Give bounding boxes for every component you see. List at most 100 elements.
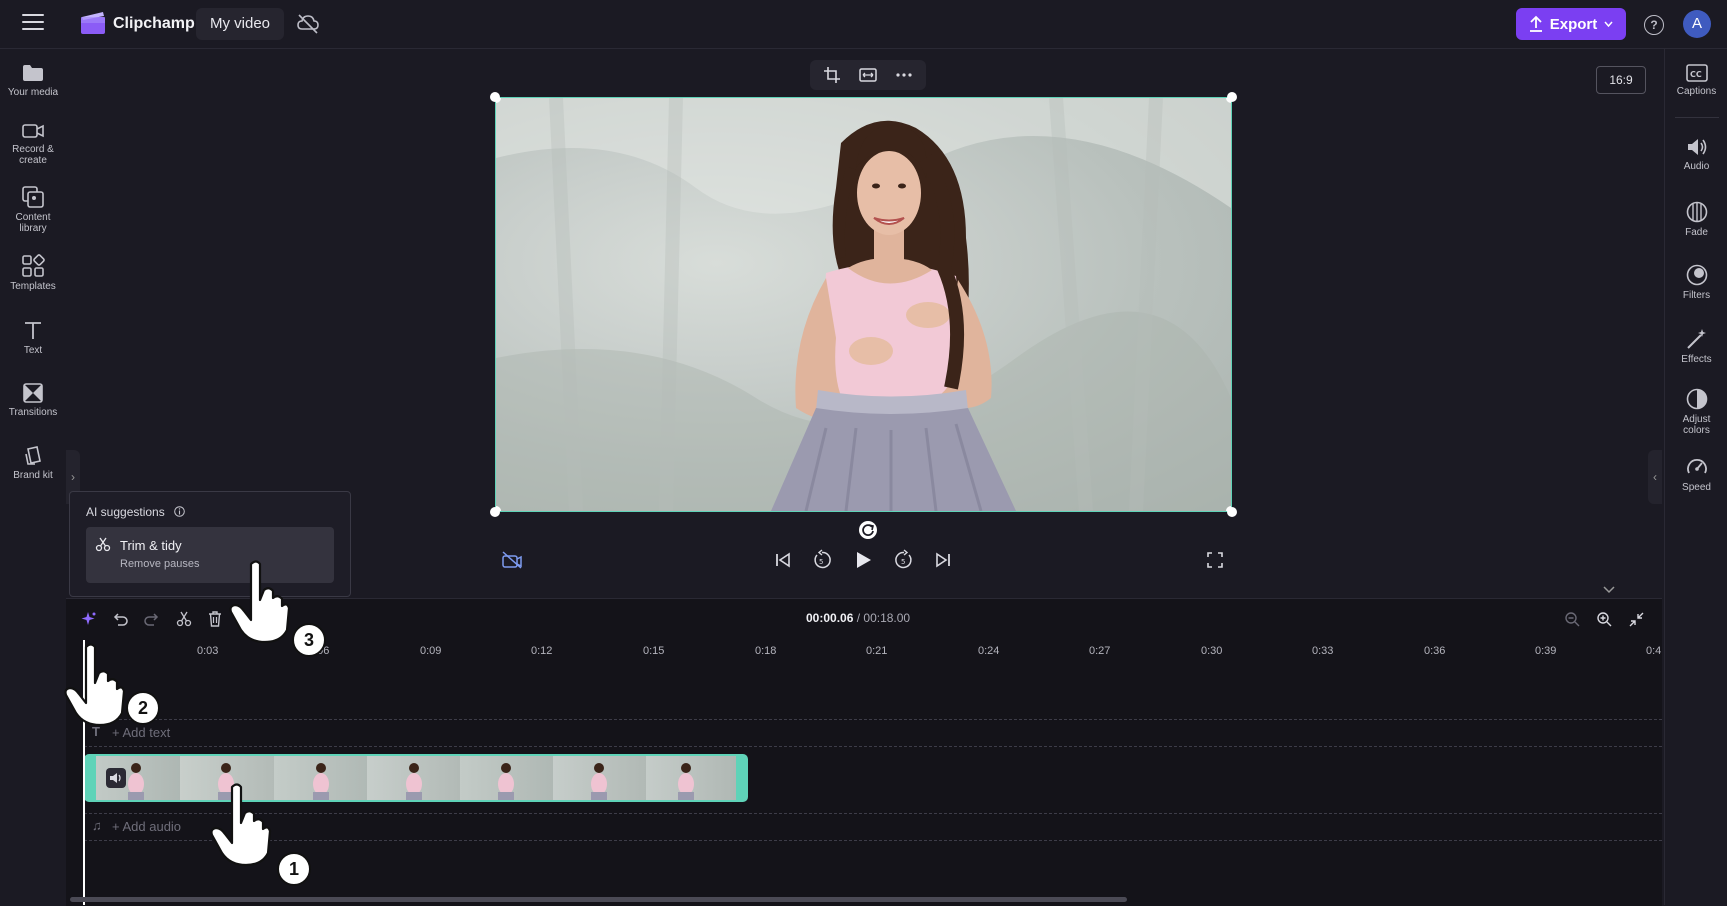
trim-and-tidy-suggestion[interactable]: Trim & tidy Remove pauses	[86, 527, 334, 583]
export-label: Export	[1549, 15, 1598, 33]
skip-to-end-icon[interactable]	[935, 552, 951, 568]
cloud-offline-icon[interactable]	[297, 14, 319, 34]
right-panel-collapse-chevron-icon[interactable]: ‹	[1648, 450, 1662, 504]
fit-timeline-icon[interactable]	[1629, 612, 1644, 627]
ruler-label: 0:03	[197, 645, 219, 657]
upload-icon	[1529, 15, 1542, 32]
audio-icon	[1687, 139, 1706, 155]
brand-kit-icon	[25, 446, 41, 465]
ruler-label: 0:18	[755, 645, 777, 657]
ruler-label: 0:27	[1089, 645, 1111, 657]
zoom-in-icon[interactable]	[1597, 612, 1612, 627]
ruler-label: 0:36	[1424, 645, 1446, 657]
sidebar-item-record-create[interactable]: Record & create	[0, 122, 66, 166]
project-title[interactable]: My video	[196, 8, 285, 40]
fit-icon[interactable]	[859, 68, 877, 82]
property-item-filters[interactable]: Filters	[1665, 264, 1727, 301]
current-time: 00:00.06	[806, 611, 854, 625]
resize-handle-bottom-right[interactable]	[1227, 507, 1237, 517]
ruler-label: 0:33	[1312, 645, 1334, 657]
speaker-icon	[110, 773, 121, 783]
clip-trim-handle-right[interactable]	[736, 756, 746, 800]
property-item-label: Audio	[1683, 161, 1710, 172]
resize-handle-top-left[interactable]	[490, 92, 500, 102]
chevron-down-icon	[1604, 21, 1613, 28]
video-clip[interactable]	[84, 754, 748, 802]
clip-volume-button[interactable]	[106, 768, 126, 788]
step-badge-2: 2	[126, 691, 160, 725]
music-note-icon: ♫	[92, 818, 102, 833]
ruler-label: 0:15	[643, 645, 665, 657]
transitions-icon	[23, 383, 43, 403]
timecode: 00:00.06 / 00:18.00	[806, 611, 910, 625]
zoom-out-icon[interactable]	[1565, 612, 1580, 627]
property-item-fade[interactable]: Fade	[1665, 201, 1727, 238]
property-item-label-2: colors	[1683, 425, 1710, 436]
sidebar-item-templates[interactable]: Templates	[0, 254, 66, 292]
ai-suggestions-popover: AI suggestions Trim & tidy Remove pauses	[69, 491, 351, 597]
add-audio-label[interactable]: + Add audio	[112, 819, 181, 834]
split-scissors-icon[interactable]	[176, 611, 192, 627]
sidebar-item-transitions[interactable]: Transitions	[0, 383, 66, 418]
suggestion-title: Trim & tidy	[120, 538, 182, 553]
divider	[1675, 117, 1719, 118]
help-icon[interactable]: ?	[1644, 15, 1664, 35]
property-item-label: Speed	[1682, 482, 1711, 493]
app-name: Clipchamp	[113, 15, 195, 32]
ruler-label: 0:39	[1535, 645, 1557, 657]
delete-trash-icon[interactable]	[208, 611, 222, 627]
resize-handle-top-right[interactable]	[1227, 92, 1237, 102]
crop-icon[interactable]	[823, 67, 840, 83]
skip-to-start-icon[interactable]	[775, 552, 791, 568]
property-item-adjust-colors[interactable]: Adjust colors	[1665, 388, 1727, 436]
video-preview[interactable]	[495, 97, 1232, 512]
forward-5s-icon[interactable]: 5	[894, 549, 914, 570]
export-button[interactable]: Export	[1516, 8, 1626, 40]
sidebar-item-brand-kit[interactable]: Brand kit	[0, 446, 66, 481]
property-item-speed[interactable]: Speed	[1665, 456, 1727, 493]
fade-icon	[1686, 201, 1707, 223]
sidebar-item-label: Text	[23, 345, 43, 356]
sidebar-item-label: Transitions	[8, 407, 58, 418]
sidebar-item-label-2: library	[19, 223, 47, 234]
rotate-icon[interactable]	[859, 521, 877, 539]
fullscreen-icon[interactable]	[1207, 552, 1223, 568]
ruler-label: 0:09	[420, 645, 442, 657]
rewind-5s-icon[interactable]: 5	[812, 549, 832, 570]
left-sidebar: Your media Record & create Content libra…	[0, 49, 66, 905]
property-item-captions[interactable]: CC Captions	[1665, 64, 1727, 97]
more-options-icon[interactable]	[896, 73, 912, 77]
undo-icon[interactable]	[113, 612, 128, 626]
collapse-preview-chevron-icon[interactable]	[1602, 586, 1616, 594]
sidebar-item-text[interactable]: Text	[0, 321, 66, 356]
clipchamp-logo-icon	[81, 12, 105, 34]
no-camera-sparkle-icon[interactable]	[502, 551, 522, 569]
pointer-hand-2-icon	[64, 643, 126, 727]
audio-track[interactable]: ♫ + Add audio	[84, 813, 1662, 841]
sidebar-item-content-library[interactable]: Content library	[0, 186, 66, 234]
total-time: 00:18.00	[863, 611, 911, 625]
property-item-audio[interactable]: Audio	[1665, 137, 1727, 172]
svg-text:5: 5	[819, 558, 823, 566]
timeline-horizontal-scrollbar[interactable]	[70, 897, 1127, 902]
sidebar-item-your-media[interactable]: Your media	[0, 63, 66, 98]
right-sidebar: CC Captions Audio Fade Filters Effects A…	[1664, 49, 1727, 905]
aspect-ratio-button[interactable]: 16:9	[1596, 66, 1646, 94]
avatar[interactable]: A	[1683, 10, 1711, 38]
folder-icon	[23, 65, 43, 81]
top-bar: Clipchamp My video Export ? A	[0, 0, 1727, 49]
info-icon[interactable]	[174, 506, 185, 517]
redo-icon[interactable]	[144, 612, 159, 626]
menu-icon[interactable]	[22, 14, 44, 32]
property-item-label: Filters	[1682, 290, 1711, 301]
play-icon[interactable]	[853, 550, 873, 570]
pointer-hand-1-icon	[210, 783, 272, 867]
text-icon	[25, 322, 41, 339]
sidebar-item-label: Content	[15, 212, 51, 223]
ai-sparkle-icon[interactable]	[81, 611, 97, 627]
property-item-label: Adjust	[1682, 414, 1711, 425]
resize-handle-bottom-left[interactable]	[490, 507, 500, 517]
property-item-effects[interactable]: Effects	[1665, 328, 1727, 365]
add-text-label[interactable]: + Add text	[112, 725, 170, 740]
text-track[interactable]: T + Add text	[84, 719, 1662, 747]
